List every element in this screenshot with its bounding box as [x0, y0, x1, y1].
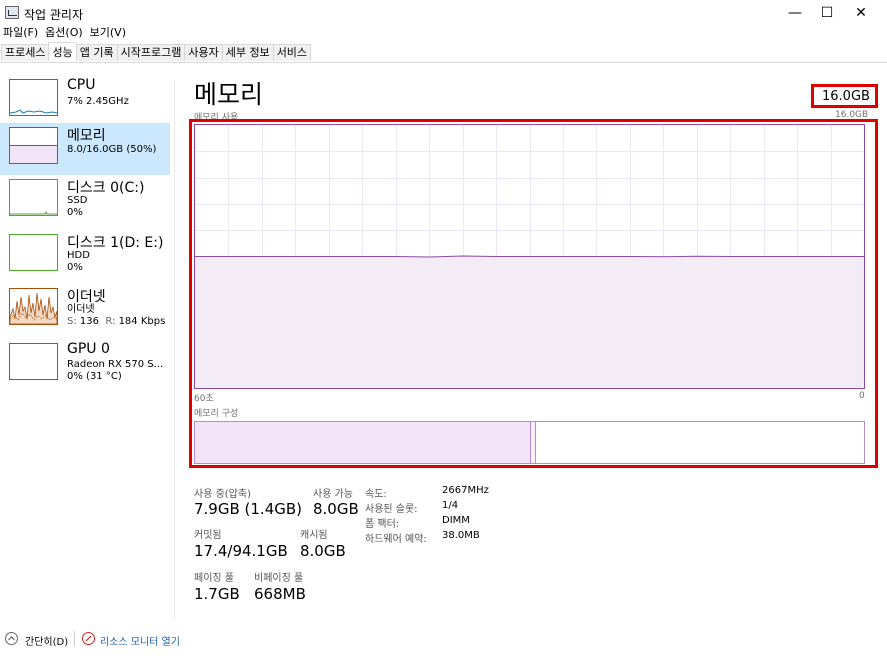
tab-performance[interactable]: 성능 — [48, 42, 77, 61]
disk1-thumbnail — [9, 234, 58, 271]
disk0-thumbnail — [9, 179, 58, 216]
tab-startup[interactable]: 시작프로그램 — [116, 44, 186, 61]
sidebar-item-cpu[interactable]: CPU 7% 2.45GHz — [0, 75, 170, 127]
memory-composition-bar — [194, 421, 865, 464]
sidebar-item-disk0[interactable]: 디스크 0(C:) SSD 0% — [0, 175, 170, 227]
paged-pool-label: 페이징 풀 — [194, 573, 234, 584]
nonpaged-pool-value: 668MB — [254, 585, 306, 603]
sidebar-item-sub2: 0% — [67, 262, 83, 273]
sidebar-item-sub: Radeon RX 570 S... — [67, 359, 164, 370]
memory-total: 16.0GB — [822, 89, 870, 104]
pane-divider — [174, 80, 175, 620]
sidebar-item-title: 메모리 — [67, 128, 106, 144]
graph-time-right: 0 — [859, 391, 865, 401]
tab-strip: 프로세스 성능 앱 기록 시작프로그램 사용자 세부 정보 서비스 — [0, 42, 887, 63]
speed-value: 2667MHz — [442, 485, 489, 496]
nonpaged-pool-label: 비페이징 풀 — [254, 573, 304, 584]
sidebar-item-title: GPU 0 — [67, 341, 110, 357]
ethernet-mini-graph — [10, 292, 57, 324]
form-factor-value: DIMM — [442, 515, 470, 526]
resource-monitor-link[interactable]: 리소스 모니터 열기 — [100, 633, 180, 648]
sidebar-item-disk1[interactable]: 디스크 1(D: E:) HDD 0% — [0, 230, 170, 282]
sidebar-item-sub: HDD — [67, 250, 90, 261]
menu-options[interactable]: 옵션(O) — [45, 26, 82, 40]
menu-file[interactable]: 파일(F) — [3, 26, 38, 40]
available-label: 사용 가능 — [313, 489, 353, 500]
tab-services[interactable]: 서비스 — [272, 44, 312, 61]
menu-view[interactable]: 보기(V) — [90, 26, 126, 40]
sidebar-item-sub2: 0% — [67, 207, 83, 218]
sidebar-item-sub2: 0% (31 °C) — [67, 371, 122, 382]
ethernet-throughput: S: 136 R: 184 Kbps — [67, 316, 166, 327]
tab-details[interactable]: 세부 정보 — [221, 44, 274, 61]
sidebar-item-sub: 이더넷 — [67, 304, 95, 315]
sidebar-item-sub: 7% 2.45GHz — [67, 96, 129, 107]
cpu-mini-graph — [10, 109, 57, 114]
committed-value: 17.4/94.1GB — [194, 542, 288, 560]
sidebar-item-sub: SSD — [67, 195, 88, 206]
cpu-thumbnail — [9, 79, 58, 116]
sidebar-item-ethernet[interactable]: 이더넷 이더넷 S: 136 R: 184 Kbps — [0, 284, 170, 336]
chevron-up-icon[interactable] — [5, 632, 18, 645]
close-button[interactable]: ✕ — [838, 0, 884, 26]
memory-thumbnail — [9, 127, 58, 164]
sidebar-item-title: CPU — [67, 77, 96, 93]
cached-value: 8.0GB — [300, 542, 346, 560]
in-use-label: 사용 중(압축) — [194, 489, 251, 500]
resource-monitor-icon[interactable] — [82, 632, 95, 645]
hw-reserved-label: 하드웨어 예약: — [365, 534, 427, 545]
sidebar-item-gpu[interactable]: GPU 0 Radeon RX 570 S... 0% (31 °C) — [0, 339, 170, 391]
paged-pool-value: 1.7GB — [194, 585, 240, 603]
sidebar-item-memory[interactable]: 메모리 8.0/16.0GB (50%) — [0, 123, 170, 175]
slots-value: 1/4 — [442, 500, 459, 511]
cached-label: 캐시됨 — [300, 530, 328, 541]
tab-users[interactable]: 사용자 — [184, 44, 223, 61]
ethernet-thumbnail — [9, 288, 58, 325]
title-bar: 작업 관리자 — ☐ ✕ — [0, 0, 887, 26]
committed-label: 커밋됨 — [194, 530, 222, 541]
footer-separator — [74, 631, 75, 646]
sidebar-item-title: 이더넷 — [67, 289, 106, 305]
slots-label: 사용된 슬롯: — [365, 504, 418, 515]
tab-app-history[interactable]: 앱 기록 — [75, 44, 118, 61]
speed-label: 속도: — [365, 489, 387, 500]
page-title: 메모리 — [194, 80, 264, 109]
sidebar-item-title: 디스크 0(C:) — [67, 180, 145, 196]
memory-usage-chart — [195, 125, 864, 388]
collapse-link[interactable]: 간단히(D) — [25, 633, 68, 648]
gpu-thumbnail — [9, 343, 58, 380]
tab-processes[interactable]: 프로세스 — [1, 44, 50, 61]
form-factor-label: 폼 팩터: — [365, 519, 400, 530]
available-value: 8.0GB — [313, 500, 359, 518]
task-manager-icon — [5, 6, 19, 19]
composition-label: 메모리 구성 — [194, 409, 239, 419]
window-title: 작업 관리자 — [24, 8, 84, 22]
in-use-value: 7.9GB (1.4GB) — [194, 500, 303, 518]
graph-time-left: 60초 — [194, 394, 214, 404]
sidebar-item-sub: 8.0/16.0GB (50%) — [67, 144, 157, 155]
sidebar-item-title: 디스크 1(D: E:) — [67, 235, 164, 251]
hw-reserved-value: 38.0MB — [442, 530, 480, 541]
memory-usage-graph — [194, 124, 865, 389]
